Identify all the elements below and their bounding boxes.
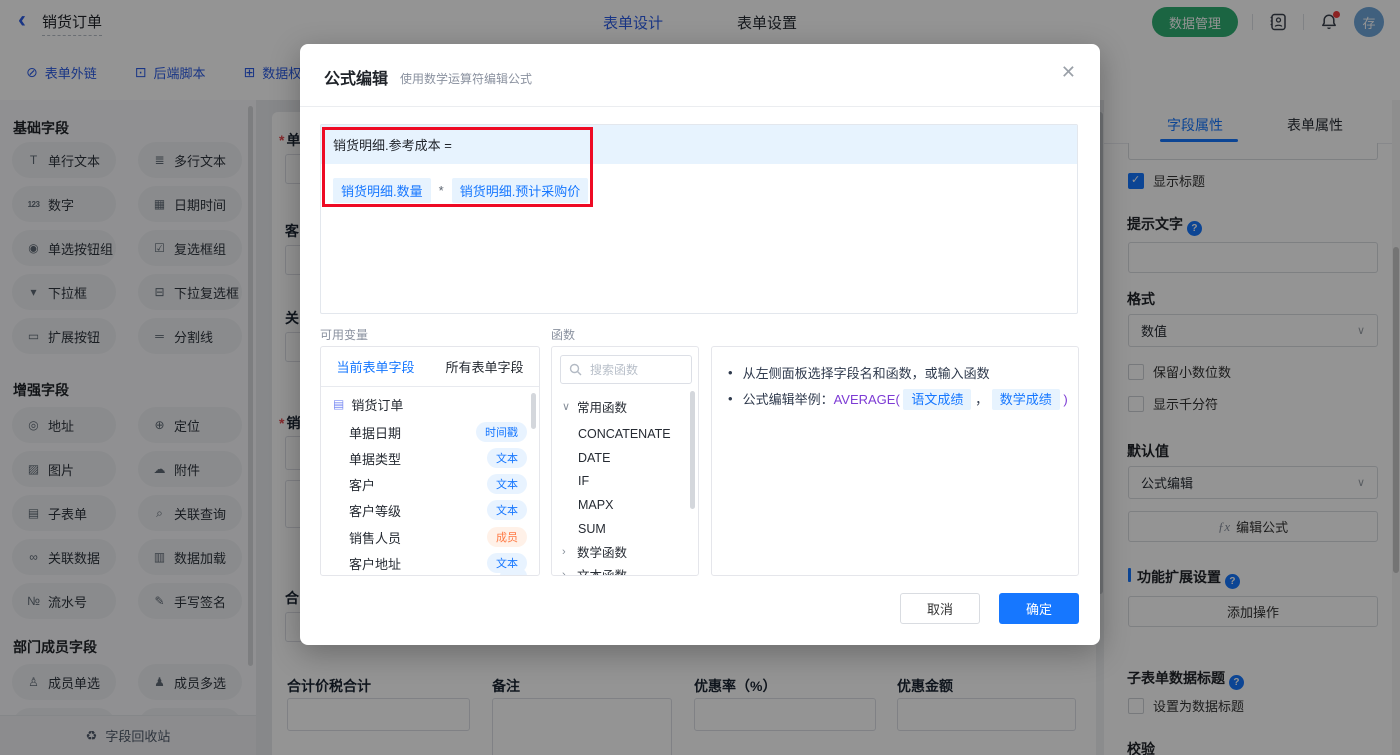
variables-panel: 当前表单字段 所有表单字段 ▤ 销货订单 单据日期 时间戳 单据类型 文本 客户 文本… bbox=[320, 346, 540, 576]
chevron-right-icon: › bbox=[562, 545, 566, 558]
type-badge: 文本 bbox=[487, 500, 527, 520]
type-badge: 文本 bbox=[487, 474, 527, 494]
bullet-icon: • bbox=[728, 391, 733, 406]
chevron-right-icon: › bbox=[562, 568, 566, 576]
tab-current-form-fields[interactable]: 当前表单字段 bbox=[336, 357, 414, 376]
confirm-button[interactable]: 确定 bbox=[999, 593, 1079, 624]
formula-operand-chip[interactable]: 销货明细.数量 bbox=[333, 178, 431, 203]
function-item[interactable]: SUM bbox=[552, 517, 698, 540]
function-group-text[interactable]: › 文本函数 bbox=[552, 563, 698, 576]
functions-panel: ∨常用函数 CONCATENATE DATE IF MAPX SUM ›数学函数… bbox=[551, 346, 699, 576]
help-panel: • 从左侧面板选择字段名和函数，或输入函数 • 公式编辑举例：AVERAGE( … bbox=[711, 346, 1079, 576]
cancel-button[interactable]: 取消 bbox=[900, 593, 980, 624]
type-badge: 文本 bbox=[487, 448, 527, 468]
formula-editor-modal: 公式编辑 使用数学运算符编辑公式 ✕ 销货明细.参考成本 = 销货明细.数量 *… bbox=[300, 44, 1100, 645]
variable-row[interactable]: 销售人员 成员 bbox=[321, 524, 539, 550]
tree-root-row[interactable]: ▤ 销货订单 bbox=[321, 391, 539, 417]
modal-title: 公式编辑 bbox=[324, 71, 389, 88]
type-badge-partial bbox=[499, 568, 527, 575]
formula-operator: * bbox=[438, 183, 444, 198]
function-group-math[interactable]: › 数学函数 bbox=[552, 540, 698, 563]
variable-row[interactable]: 客户 文本 bbox=[321, 471, 539, 497]
help-example-row: • 公式编辑举例：AVERAGE( 语文成绩 ， 数学成绩 ) bbox=[728, 389, 1068, 410]
modal-subtitle: 使用数学运算符编辑公式 bbox=[400, 72, 533, 86]
function-search-input[interactable] bbox=[588, 361, 682, 378]
variable-row[interactable]: 单据日期 时间戳 bbox=[321, 419, 539, 445]
variables-section-label: 可用变量 bbox=[320, 328, 369, 342]
close-icon[interactable]: ✕ bbox=[1061, 62, 1076, 83]
example-field-chip: 语文成绩 bbox=[903, 389, 972, 410]
function-item[interactable]: CONCATENATE bbox=[552, 422, 698, 445]
bullet-icon: • bbox=[728, 365, 733, 380]
functions-scrollbar[interactable] bbox=[690, 391, 695, 509]
divider bbox=[300, 106, 1100, 107]
tab-all-form-fields[interactable]: 所有表单字段 bbox=[445, 357, 523, 376]
search-icon bbox=[569, 363, 582, 376]
variable-row[interactable]: 客户等级 文本 bbox=[321, 497, 539, 523]
chevron-down-icon: ∨ bbox=[562, 401, 571, 413]
app-root: ‹ 销货订单 表单设计 表单设置 数据管理 存 ⊘ 表单外链 ⊡ 后端脚本 ⊞ … bbox=[0, 0, 1400, 755]
example-field-chip: 数学成绩 bbox=[991, 389, 1060, 410]
form-doc-icon: ▤ bbox=[333, 397, 345, 411]
function-name-text: AVERAGE( bbox=[833, 392, 900, 407]
formula-operand-chip[interactable]: 销货明细.预计采购价 bbox=[451, 178, 589, 203]
function-item[interactable]: IF bbox=[552, 469, 698, 492]
help-tip-row: • 从左侧面板选择字段名和函数，或输入函数 bbox=[728, 365, 990, 381]
function-search[interactable] bbox=[560, 355, 692, 384]
function-item[interactable]: MAPX bbox=[552, 493, 698, 516]
function-group-common[interactable]: ∨ 常用函数 bbox=[552, 395, 698, 418]
functions-section-label: 函数 bbox=[551, 328, 576, 342]
function-paren-text: ) bbox=[1063, 392, 1068, 407]
variable-row[interactable]: 单据类型 文本 bbox=[321, 445, 539, 471]
formula-editor-area[interactable]: 销货明细.参考成本 = 销货明细.数量 * 销货明细.预计采购价 bbox=[320, 124, 1078, 314]
formula-target-line: 销货明细.参考成本 = bbox=[321, 125, 1077, 164]
type-badge: 时间戳 bbox=[476, 422, 527, 442]
formula-expression: 销货明细.数量 * 销货明细.预计采购价 bbox=[333, 178, 589, 203]
variables-scrollbar[interactable] bbox=[531, 393, 536, 429]
type-badge: 成员 bbox=[487, 527, 527, 547]
function-item[interactable]: DATE bbox=[552, 446, 698, 469]
